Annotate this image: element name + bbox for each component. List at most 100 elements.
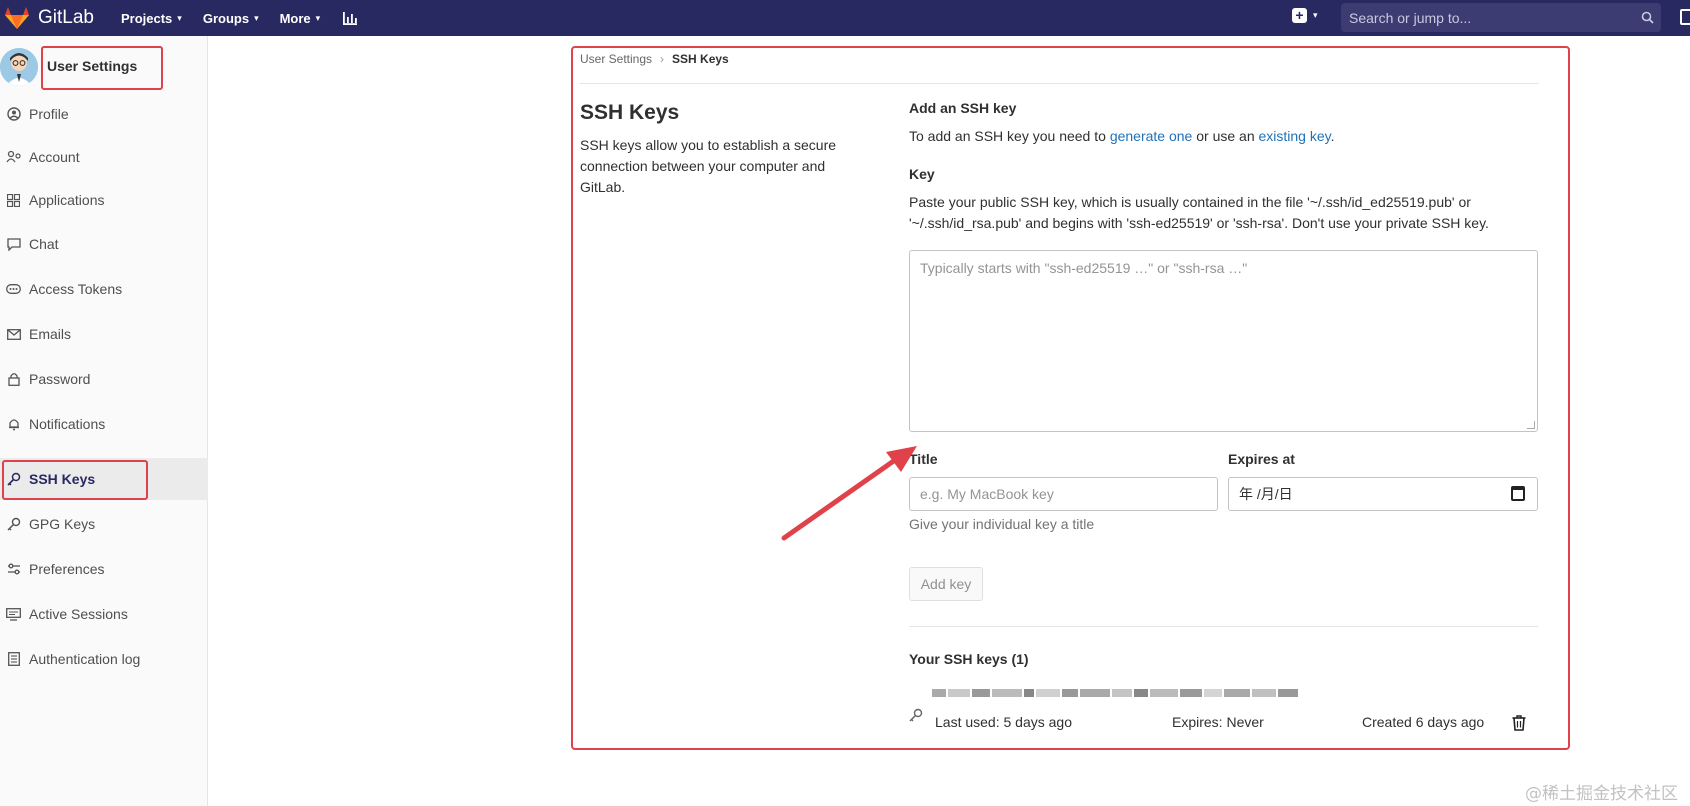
bell-icon [5, 416, 22, 433]
sidebar-item-preferences[interactable]: Preferences [0, 548, 208, 590]
sidebar-item-label: Account [29, 149, 80, 165]
chevron-down-icon: ▾ [177, 12, 182, 23]
intro-text: or use an [1192, 128, 1259, 144]
breadcrumb: User Settings › SSH Keys [580, 52, 729, 66]
monitor-icon [5, 606, 22, 623]
bar-chart-icon [343, 12, 358, 25]
token-icon [5, 281, 22, 298]
gitlab-logo[interactable]: GitLab [4, 0, 94, 36]
new-item-dropdown[interactable]: + ▾ [1292, 8, 1318, 23]
sidebar-item-notifications[interactable]: Notifications [0, 403, 208, 445]
title-help: Give your individual key a title [909, 516, 1095, 532]
sidebar-item-label: Chat [29, 236, 59, 252]
key-expires: Expires: Never [1172, 714, 1264, 730]
nav-more-label: More [279, 10, 311, 26]
sidebar-item-label: Applications [29, 192, 105, 208]
expires-label: Expires at [1228, 451, 1295, 467]
nav-groups[interactable]: Groups ▾ [203, 11, 259, 26]
nav-projects[interactable]: Projects ▾ [121, 11, 182, 26]
sidebar-item-account[interactable]: Account [0, 136, 208, 178]
sidebar-item-authentication-log[interactable]: Authentication log [0, 638, 208, 680]
preferences-icon [5, 561, 22, 578]
key-last-used: Last used: 5 days ago [935, 714, 1072, 730]
profile-icon [5, 106, 22, 123]
sidebar-item-label: Notifications [29, 416, 106, 432]
sidebar-item-chat[interactable]: Chat [0, 223, 208, 265]
gitlab-tanuki-icon [5, 7, 29, 29]
key-label: Key [909, 166, 935, 182]
sidebar-item-label: Profile [29, 106, 69, 122]
chevron-down-icon: ▾ [315, 12, 321, 23]
sidebar-item-emails[interactable]: Emails [0, 313, 208, 355]
sidebar-item-access-tokens[interactable]: Access Tokens [0, 268, 208, 310]
sidebar-item-applications[interactable]: Applications [0, 179, 208, 221]
sidebar-item-label: Password [29, 371, 91, 387]
expires-date-value: 年 /月/日 [1239, 486, 1293, 502]
sidebar-item-gpg-keys[interactable]: GPG Keys [0, 503, 208, 545]
key-placeholder: Typically starts with "ssh-ed25519 …" or… [920, 260, 1248, 276]
sidebar-item-label: Emails [29, 326, 72, 342]
sidebar-item-label: Authentication log [29, 651, 141, 667]
search-placeholder: Search or jump to... [1349, 9, 1472, 26]
generate-one-link[interactable]: generate one [1110, 128, 1193, 144]
breadcrumb-current[interactable]: SSH Keys [672, 52, 729, 66]
search-icon [1633, 11, 1661, 24]
activity-chart-link[interactable] [342, 10, 358, 26]
add-key-heading: Add an SSH key [909, 100, 1017, 116]
intro-text: To add an SSH key you need to [909, 128, 1110, 144]
key-textarea[interactable]: Typically starts with "ssh-ed25519 …" or… [909, 250, 1538, 432]
top-navbar: GitLab Projects ▾ Groups ▾ More ▾ + ▾ Se… [0, 0, 1690, 36]
sidebar-item-profile[interactable]: Profile [0, 93, 208, 135]
chevron-right-icon: › [660, 52, 665, 66]
key-help-line-2: '~/.ssh/id_rsa.pub' and begins with 'ssh… [909, 215, 1489, 231]
annotation-box-ssh-keys [2, 460, 148, 500]
lock-icon [5, 371, 22, 388]
watermark: @稀土掘金技术社区 [1525, 784, 1678, 804]
expires-date-input[interactable]: 年 /月/日 [1228, 477, 1538, 511]
sidebar-item-label: GPG Keys [29, 516, 96, 532]
sidebar-item-label: Preferences [29, 561, 105, 577]
title-placeholder: e.g. My MacBook key [920, 486, 1054, 502]
nav-projects-label: Projects [120, 10, 173, 26]
add-key-button[interactable]: Add key [909, 567, 983, 601]
your-keys-heading: Your SSH keys (1) [909, 651, 1029, 667]
page-title: SSH Keys [580, 101, 680, 124]
nav-more[interactable]: More ▾ [280, 11, 321, 26]
calendar-icon[interactable] [1511, 486, 1525, 501]
title-input[interactable]: e.g. My MacBook key [909, 477, 1218, 511]
chat-icon [5, 236, 22, 253]
key-fingerprint-redacted [932, 689, 1298, 697]
breadcrumb-user-settings[interactable]: User Settings [580, 52, 652, 66]
existing-key-link[interactable]: existing key [1259, 128, 1331, 144]
divider [580, 83, 1539, 84]
chevron-down-icon: ▾ [254, 12, 259, 23]
add-key-intro: To add an SSH key you need to generate o… [909, 126, 1335, 147]
sidebar-toggle-icon[interactable] [1680, 9, 1690, 25]
sidebar-item-label: Active Sessions [29, 606, 128, 622]
chevron-down-icon: ▾ [1313, 10, 1318, 20]
avatar[interactable] [0, 48, 38, 86]
key-created: Created 6 days ago [1362, 714, 1485, 730]
intro-text: . [1330, 128, 1335, 144]
sidebar-item-password[interactable]: Password [0, 358, 208, 400]
trash-icon [1512, 715, 1526, 731]
divider [909, 626, 1538, 627]
search-input[interactable]: Search or jump to... [1341, 3, 1661, 32]
nav-groups-label: Groups [202, 10, 250, 26]
page-description: SSH keys allow you to establish a secure… [580, 137, 837, 195]
brand-name: GitLab [38, 7, 94, 28]
applications-icon [5, 192, 22, 209]
log-icon [5, 651, 22, 668]
plus-icon: + [1292, 8, 1307, 23]
mail-icon [5, 326, 22, 343]
resize-handle-icon[interactable] [1527, 421, 1535, 429]
sidebar-item-label: Access Tokens [29, 281, 123, 297]
delete-key-button[interactable] [1512, 715, 1526, 736]
key-icon [5, 516, 22, 533]
key-icon [909, 708, 923, 727]
annotation-box-user-settings [41, 46, 163, 90]
key-help-line-1: Paste your public SSH key, which is usua… [909, 194, 1471, 210]
title-label: Title [909, 451, 938, 467]
sidebar-item-active-sessions[interactable]: Active Sessions [0, 593, 208, 635]
account-icon [5, 149, 22, 166]
